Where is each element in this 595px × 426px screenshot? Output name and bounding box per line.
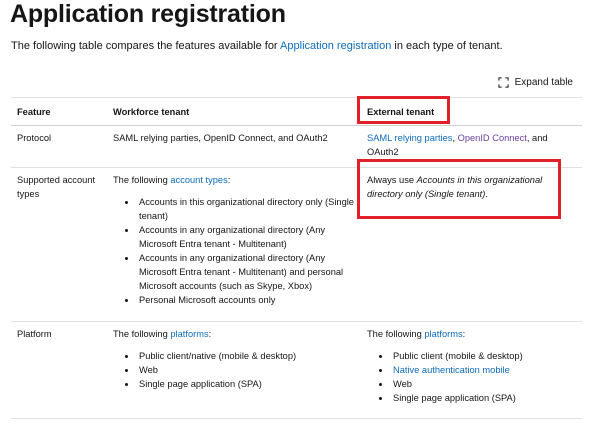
cell-protocol-workforce: SAML relying parties, OpenID Connect, an…: [113, 133, 328, 143]
list-item: Personal Microsoft accounts only: [137, 293, 355, 307]
cell-accounts-workforce: The following account types: Accounts in…: [107, 168, 361, 322]
saml-link[interactable]: SAML relying parties: [367, 133, 452, 143]
highlight-external-header: [357, 96, 450, 124]
comparison-table: Feature Workforce tenant External tenant…: [11, 97, 582, 419]
platforms-link-workforce[interactable]: platforms: [170, 329, 208, 339]
list-item: Web: [391, 377, 576, 391]
list-item: Public client (mobile & desktop): [391, 349, 576, 363]
external-platform-prefix: The following: [367, 329, 425, 339]
page-title: Application registration: [10, 0, 286, 28]
intro-link[interactable]: Application registration: [280, 40, 391, 52]
cell-protocol-feature: Protocol: [17, 133, 52, 143]
list-item: Web: [137, 363, 355, 377]
platform-prefix: The following: [113, 329, 171, 339]
table-row-platform: Platform The following platforms: Public…: [11, 322, 582, 419]
openid-connect-link[interactable]: OpenID Connect: [458, 133, 527, 143]
cell-accounts-feature: Supported account types: [17, 175, 96, 199]
cell-platform-feature: Platform: [17, 329, 52, 339]
header-workforce: Workforce tenant: [113, 106, 190, 117]
account-types-link[interactable]: account types: [170, 175, 227, 185]
cell-platform-workforce: The following platforms: Public client/n…: [107, 322, 361, 419]
list-item: Native authentication mobile: [391, 363, 576, 377]
external-platforms-list: Public client (mobile & desktop) Native …: [367, 349, 576, 405]
accounts-suffix: :: [227, 175, 231, 185]
highlight-external-accounts: [357, 159, 561, 219]
header-feature: Feature: [17, 106, 51, 117]
list-item: Accounts in any organizational directory…: [137, 251, 355, 293]
external-platform-suffix: :: [462, 329, 466, 339]
expand-table-label: Expand table: [514, 77, 573, 88]
expand-icon: [498, 77, 509, 88]
intro-suffix: in each type of tenant.: [391, 40, 503, 52]
account-types-list: Accounts in this organizational director…: [113, 195, 355, 307]
expand-table-button[interactable]: Expand table: [498, 77, 573, 88]
native-auth-link[interactable]: Native authentication mobile: [393, 365, 510, 375]
table-header-row: Feature Workforce tenant External tenant: [11, 98, 582, 126]
list-item: Single page application (SPA): [137, 377, 355, 391]
intro-text: The following table compares the feature…: [11, 40, 503, 52]
platforms-link-external[interactable]: platforms: [424, 329, 462, 339]
list-item: Accounts in any organizational directory…: [137, 223, 355, 251]
platform-suffix: :: [208, 329, 212, 339]
intro-prefix: The following table compares the feature…: [11, 40, 281, 52]
list-item: Public client/native (mobile & desktop): [137, 349, 355, 363]
list-item: Single page application (SPA): [391, 391, 576, 405]
cell-platform-external: The following platforms: Public client (…: [361, 322, 582, 419]
workforce-platforms-list: Public client/native (mobile & desktop) …: [113, 349, 355, 391]
list-item: Accounts in this organizational director…: [137, 195, 355, 223]
accounts-prefix: The following: [113, 175, 171, 185]
